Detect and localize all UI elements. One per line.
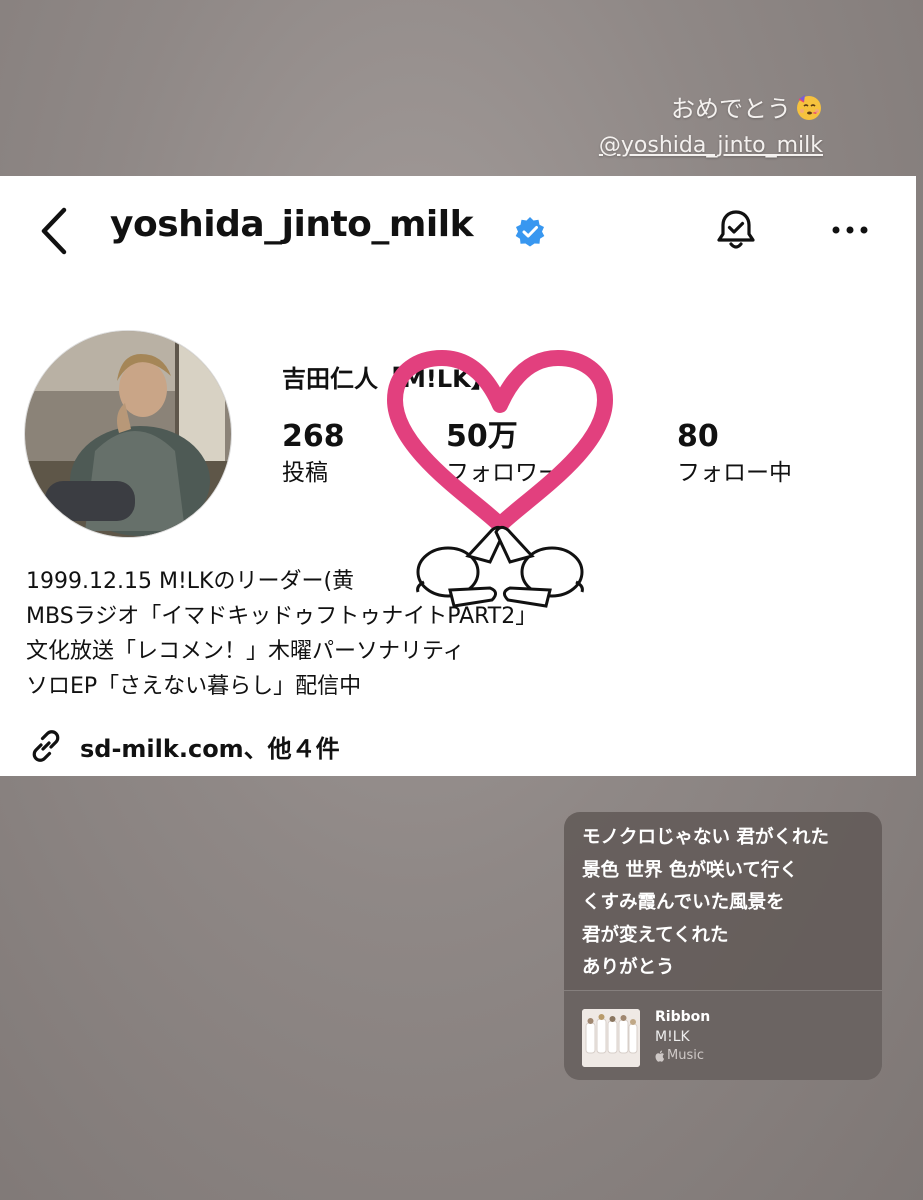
lyrics-line: 景色 世界 色が咲いて行く [582,859,798,881]
profile-username: yoshida_jinto_milk [110,204,474,245]
back-arrow-icon[interactable] [36,206,70,256]
notification-bell-icon[interactable] [712,207,760,255]
profile-link-text: sd-milk.com、他４件 [80,734,340,763]
story-mention-link[interactable]: @yoshida_jinto_milk [599,130,823,162]
link-icon [32,730,60,762]
story-text-overlay: おめでとう @yoshida_jinto_milk [599,92,823,162]
left-hand-icon [416,525,506,608]
lyrics-block: モノクロじゃない 君がくれた 景色 世界 色が咲いて行く くすみ霞んでいた風景を… [582,822,829,985]
music-service-label: Music [667,1048,704,1063]
right-hand-icon [494,525,584,608]
album-art [582,1009,640,1067]
posts-stat[interactable]: 268 投稿 [282,420,345,490]
heart-icon [387,350,613,533]
story-caption: おめでとう [599,92,823,126]
following-stat[interactable]: 80 フォロー中 [677,420,792,490]
partying-face-icon [797,95,821,120]
lyrics-line: ありがとう [582,957,675,978]
track-title: Ribbon [655,1009,711,1025]
story-caption-text: おめでとう [671,95,791,123]
profile-link[interactable]: sd-milk.com、他４件 [26,726,340,766]
lyrics-line: モノクロじゃない 君がくれた [582,827,829,848]
bio-line: ソロEP「さえない暮らし」配信中 [26,674,362,699]
profile-header: yoshida_jinto_milk [0,176,916,286]
posts-count: 268 [282,419,345,454]
apple-icon [655,1050,665,1062]
verified-badge-icon [515,217,545,247]
bio-line: 文化放送「レコメン！」木曜パーソナリティ [26,639,465,664]
following-label: フォロー中 [677,460,792,486]
lyrics-line: 君が変えてくれた [582,924,729,946]
lyrics-line: くすみ霞んでいた風景を [582,892,785,913]
avatar-photo [25,331,231,537]
music-service: Music [655,1048,704,1063]
posts-label: 投稿 [282,460,328,486]
profile-avatar[interactable] [24,330,232,538]
heart-hands-sticker [387,350,613,608]
track-artist: M!LK [655,1029,690,1045]
music-track-info: Ribbon M!LK Music [564,991,882,1080]
more-options-icon[interactable] [830,224,870,236]
following-count: 80 [677,419,719,454]
music-lyrics-sticker[interactable]: モノクロじゃない 君がくれた 景色 世界 色が咲いて行く くすみ霞んでいた風景を… [564,812,882,1080]
